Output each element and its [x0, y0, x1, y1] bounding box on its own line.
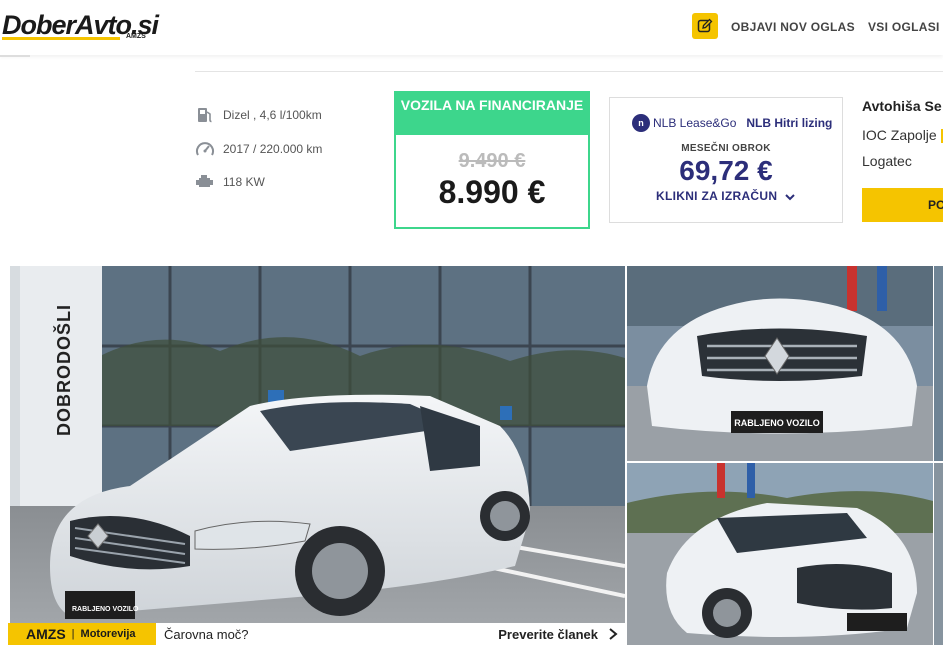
calculate-label: KLIKNI ZA IZRAČUN	[656, 189, 778, 203]
dealer-contact-button[interactable]: PO	[862, 188, 943, 222]
spec-fuel-text: Dizel , 4,6 l/100km	[223, 108, 322, 122]
leasing-header: n NLB Lease&Go NLB Hitri lizing	[632, 114, 832, 132]
monthly-label: MESEČNI OBROK	[681, 143, 771, 154]
svg-text:RABLJENO VOZILO: RABLJENO VOZILO	[734, 418, 820, 428]
fuel-pump-icon	[195, 106, 215, 124]
leasing-brand: NLB Lease&Go	[653, 116, 737, 130]
svg-text:DOBRODOŠLI: DOBRODOŠLI	[53, 304, 74, 436]
ad-separator: |	[71, 628, 75, 640]
thumb-side[interactable]	[627, 463, 933, 645]
engine-icon	[195, 173, 215, 191]
post-ad-link[interactable]: OBJAVI NOV OGLAS	[731, 20, 855, 34]
speedometer-icon	[195, 140, 215, 158]
ad-headline: Čarovna moč?	[164, 626, 249, 642]
ad-brand-block: AMZS | Motorevija	[8, 623, 156, 645]
ad-section: Motorevija	[80, 628, 136, 640]
svg-text:RABLJENO VOZILO: RABLJENO VOZILO	[72, 606, 139, 613]
thumb-edge-1[interactable]	[934, 266, 943, 461]
ad-read-link[interactable]: Preverite članek	[498, 627, 598, 642]
old-price: 9.490 €	[458, 150, 526, 172]
financing-title: VOZILA NA FINANCIRANJE	[396, 93, 588, 135]
nlb-logo-icon: n	[632, 114, 650, 132]
thumb-plate-text: RABLJENO VOZILO	[734, 418, 820, 428]
leasing-product: NLB Hitri lizing	[746, 116, 833, 130]
chevron-down-icon	[785, 194, 795, 201]
spec-power: 118 KW	[195, 172, 265, 192]
logo-sub-label: AMZS	[126, 33, 146, 40]
chevron-right-icon	[609, 628, 618, 640]
spec-year-mileage: 2017 / 220.000 km	[195, 139, 322, 159]
site-header: DoberAvto.si AMZS OBJAVI NOV OGLAS VSI O…	[0, 0, 943, 55]
breadcrumb-shadow	[0, 55, 30, 57]
welcome-sign: DOBRODOŠLI	[53, 304, 74, 436]
all-ads-link[interactable]: VSI OGLASI	[868, 20, 940, 34]
spec-fuel: Dizel , 4,6 l/100km	[195, 105, 322, 125]
thumb-front[interactable]: RABLJENO VOZILO	[627, 266, 933, 461]
spec-power-text: 118 KW	[223, 175, 265, 189]
ad-brand: AMZS	[26, 626, 66, 642]
calculate-link[interactable]: KLIKNI ZA IZRAČUN	[610, 189, 842, 203]
dealer-address: IOC Zapolje	[862, 127, 943, 144]
dealer-name[interactable]: Avtohiša Se	[862, 98, 942, 114]
financing-box[interactable]: VOZILA NA FINANCIRANJE 9.490 € 8.990 €	[394, 91, 590, 229]
edit-icon	[697, 18, 713, 33]
spec-mileage-text: 2017 / 220.000 km	[223, 142, 323, 156]
dealer-city: Logatec	[862, 153, 912, 169]
main-plate-text: RABLJENO VOZILO	[72, 606, 139, 613]
main-photo[interactable]: DOBRODOŠLI RABLJENO VOZILO	[10, 266, 625, 645]
monthly-amount: 69,72 €	[679, 155, 773, 186]
section-divider	[195, 71, 943, 72]
article-ad-bar[interactable]: AMZS | Motorevija Čarovna moč? Preverite…	[8, 623, 626, 645]
leasing-box[interactable]: n NLB Lease&Go NLB Hitri lizing MESEČNI …	[609, 97, 843, 223]
logo-underline	[2, 37, 120, 40]
post-ad-icon[interactable]	[692, 13, 718, 39]
current-price: 8.990 €	[438, 174, 546, 210]
thumb-edge-2[interactable]	[934, 463, 943, 645]
dealer-address-text: IOC Zapolje	[862, 127, 937, 143]
